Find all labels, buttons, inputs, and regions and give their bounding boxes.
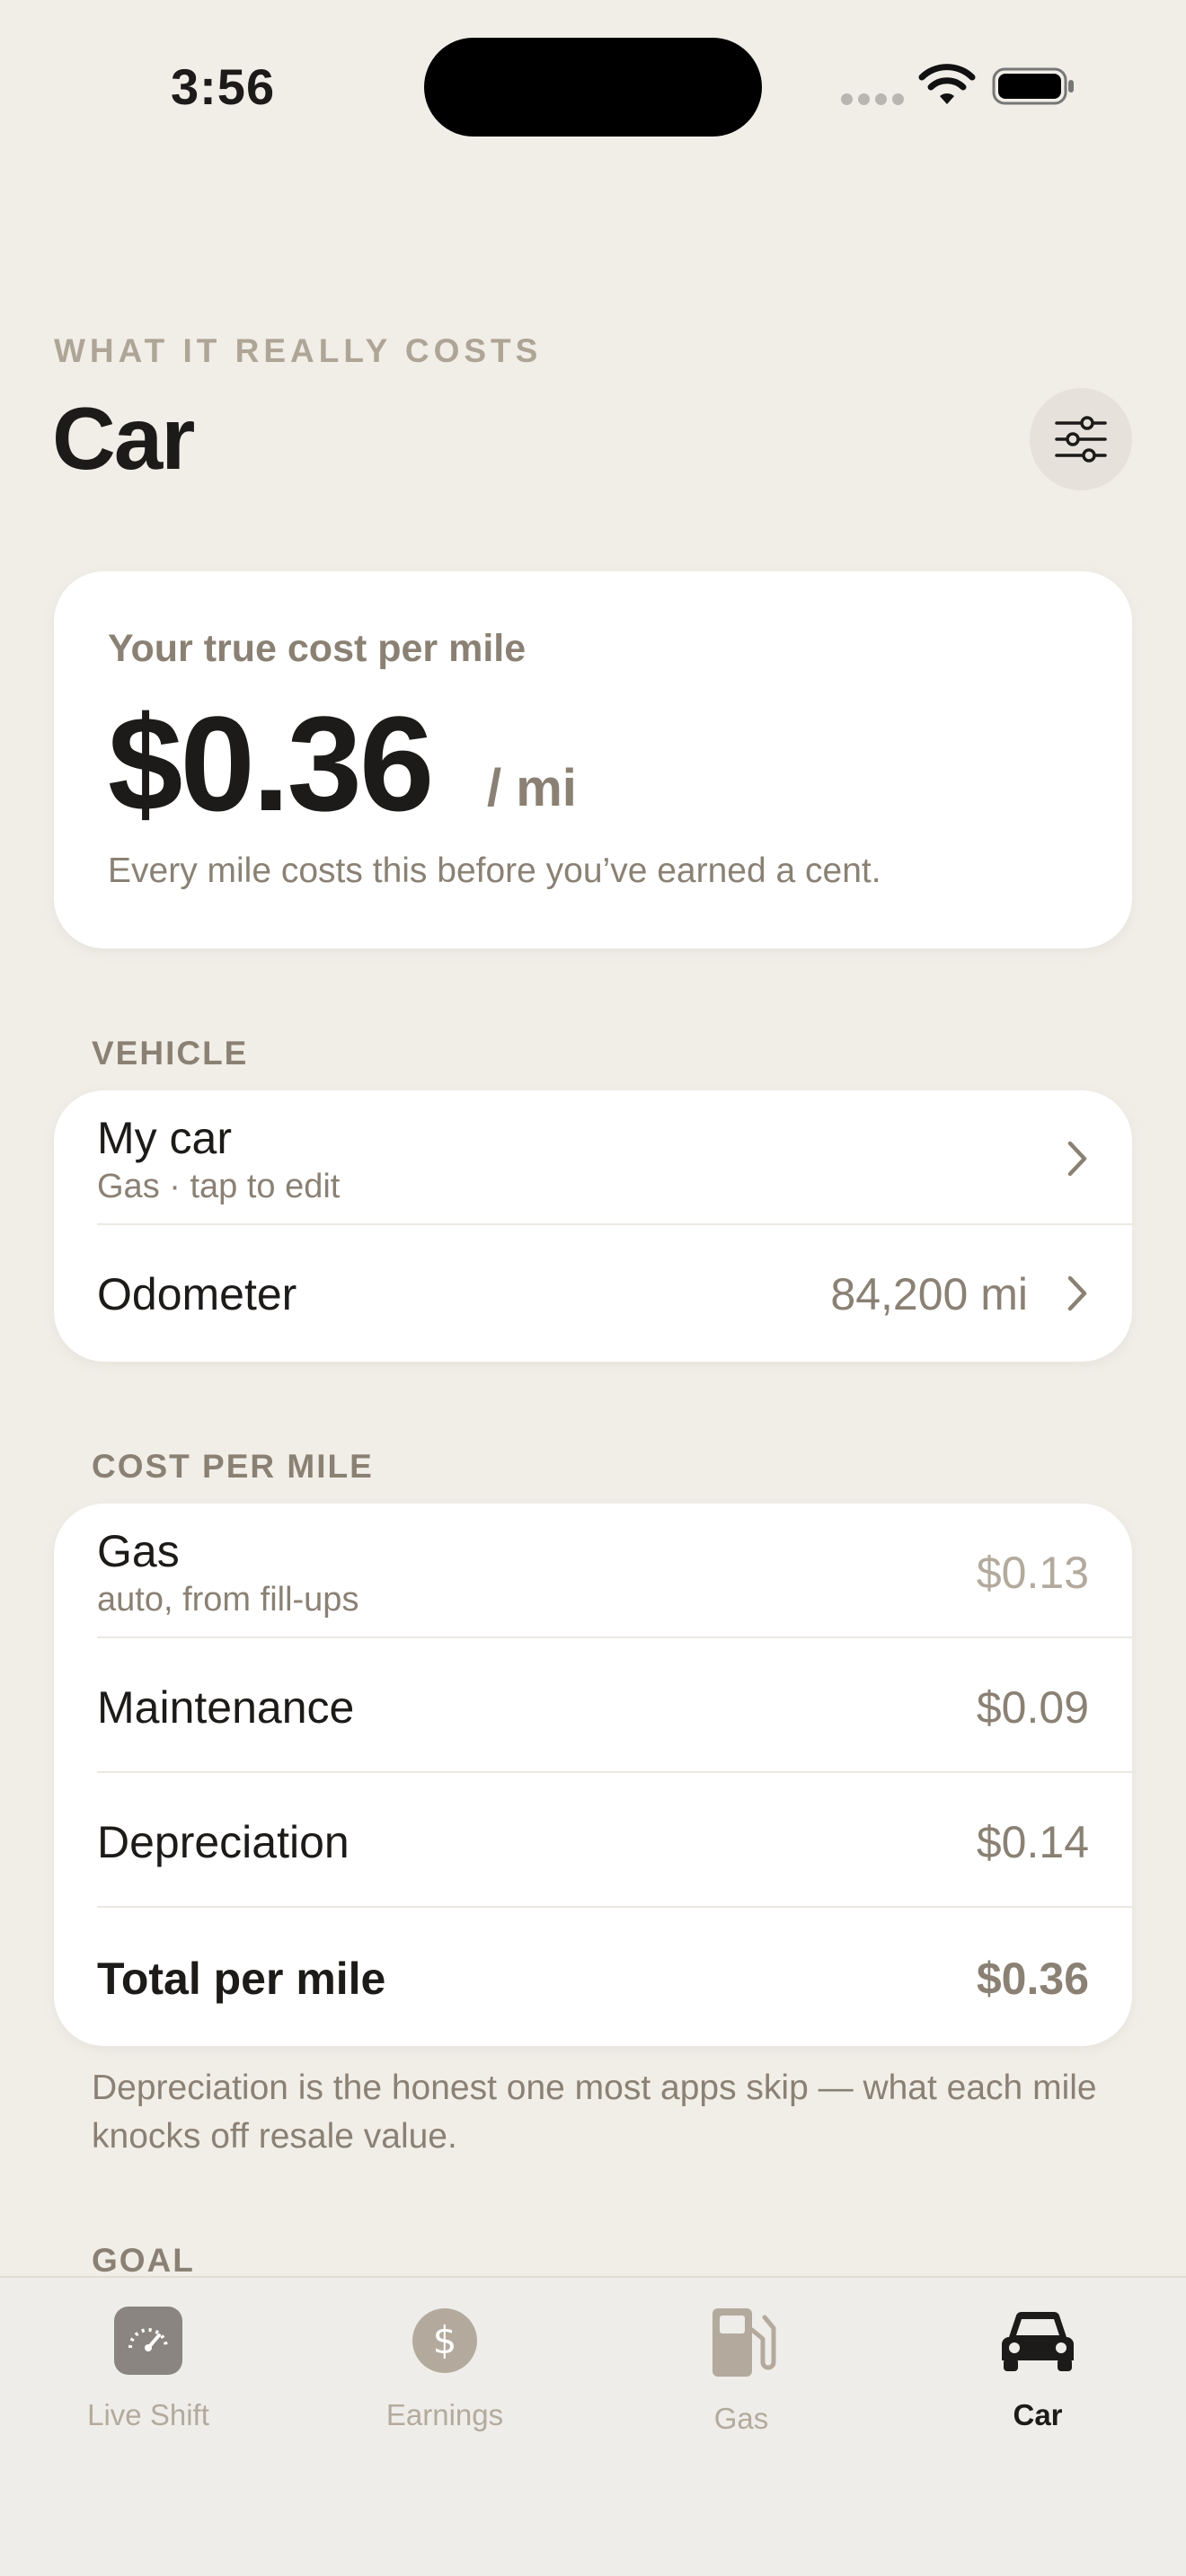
tab-label: Live Shift xyxy=(87,2398,209,2431)
svg-text:$: $ xyxy=(433,2318,457,2362)
row-title: Total per mile xyxy=(97,1954,386,2004)
goal-section-header: GOAL xyxy=(92,2242,195,2279)
tab-bar: Live Shift $ Earnings Gas Car xyxy=(0,2276,1186,2576)
true-cost-card: Your true cost per mile $0.36 / mi Every… xyxy=(54,571,1132,948)
row-title: Maintenance xyxy=(97,1682,355,1733)
row-subtitle: auto, from fill-ups xyxy=(97,1581,359,1619)
sliders-icon xyxy=(1055,416,1107,463)
tab-car[interactable]: Car xyxy=(903,2305,1173,2448)
true-cost-value: $0.36 xyxy=(108,688,434,839)
cost-section-header: COST PER MILE xyxy=(92,1448,374,1485)
chevron-right-icon xyxy=(1067,1275,1087,1311)
true-cost-note: Every mile costs this before you’ve earn… xyxy=(108,851,881,890)
row-title: Odometer xyxy=(97,1269,297,1319)
fuel-pump-icon xyxy=(712,2308,776,2377)
speedometer-icon xyxy=(114,2307,182,2375)
odometer-value: 84,200 mi xyxy=(830,1269,1028,1319)
total-cost-value: $0.36 xyxy=(976,1954,1089,2004)
car-icon xyxy=(1002,2311,1074,2371)
depreciation-cost-value: $0.14 xyxy=(976,1817,1089,1867)
tab-live-shift[interactable]: Live Shift xyxy=(13,2305,283,2448)
depreciation-footnote: Depreciation is the honest one most apps… xyxy=(92,2069,1097,2156)
odometer-row[interactable]: Odometer 84,200 mi xyxy=(54,1225,1132,1360)
maintenance-cost-value: $0.09 xyxy=(976,1682,1089,1733)
settings-button[interactable] xyxy=(1030,388,1132,490)
my-car-row[interactable]: My car Gas · tap to edit xyxy=(54,1090,1132,1225)
tab-gas[interactable]: Gas xyxy=(606,2305,876,2448)
tab-label: Earnings xyxy=(385,2398,504,2431)
gas-cost-row: Gas auto, from fill-ups $0.13 xyxy=(54,1504,1132,1638)
chevron-right-icon xyxy=(1067,1141,1087,1177)
row-subtitle: Gas · tap to edit xyxy=(97,1168,341,1205)
tab-earnings[interactable]: $ Earnings xyxy=(310,2305,580,2448)
true-cost-label: Your true cost per mile xyxy=(108,627,527,670)
battery-icon xyxy=(992,67,1074,105)
page-title: Car xyxy=(52,389,195,488)
row-title: My car xyxy=(97,1113,232,1163)
depreciation-cost-row[interactable]: Depreciation $0.14 xyxy=(54,1773,1132,1908)
gas-cost-value: $0.13 xyxy=(976,1548,1089,1598)
vehicle-section-header: VEHICLE xyxy=(92,1035,249,1072)
divider xyxy=(97,1906,1132,1908)
cellular-signal-icon xyxy=(841,93,904,105)
page-eyebrow: WHAT IT REALLY COSTS xyxy=(54,332,543,369)
row-title: Depreciation xyxy=(97,1817,350,1867)
wifi-icon xyxy=(918,64,976,104)
maintenance-cost-row[interactable]: Maintenance $0.09 xyxy=(54,1638,1132,1773)
dollar-icon: $ xyxy=(412,2308,477,2373)
vehicle-card: My car Gas · tap to edit Odometer 84,200… xyxy=(54,1090,1132,1362)
car-screen: 3:56 WHAT IT REALLY COSTS Car Your true … xyxy=(0,0,1186,2576)
total-cost-row: Total per mile $0.36 xyxy=(54,1910,1132,2044)
tab-label: Gas xyxy=(713,2402,769,2435)
dynamic-island xyxy=(424,38,762,137)
status-time: 3:56 xyxy=(171,58,276,115)
row-title: Gas xyxy=(97,1526,180,1576)
cost-card: Gas auto, from fill-ups $0.13 Maintenanc… xyxy=(54,1504,1132,2046)
tab-label: Car xyxy=(1013,2398,1063,2431)
true-cost-unit: / mi xyxy=(487,759,577,817)
